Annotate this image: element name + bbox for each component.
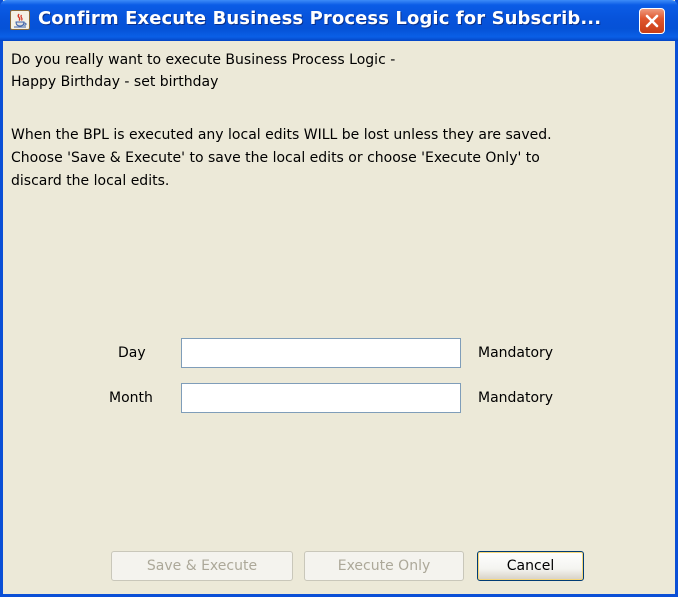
java-cup-icon [10,10,30,30]
month-label: Month [109,390,153,406]
day-mandatory-hint: Mandatory [478,345,554,361]
close-icon [645,14,659,28]
close-button[interactable] [639,8,665,34]
day-label: Day [118,345,146,361]
cancel-button[interactable]: Cancel [477,551,584,581]
message-line-2: Happy Birthday - set birthday [11,74,219,90]
month-mandatory-hint: Mandatory [478,390,554,406]
message-line-1: Do you really want to execute Business P… [11,52,396,68]
dialog-title: Confirm Execute Business Process Logic f… [38,8,602,29]
dialog-window: Confirm Execute Business Process Logic f… [0,0,678,597]
month-input[interactable] [181,383,461,413]
title-bar[interactable]: Confirm Execute Business Process Logic f… [0,0,678,41]
message-line-5: discard the local edits. [11,173,170,189]
message-line-4: Choose 'Save & Execute' to save the loca… [11,150,540,166]
day-input[interactable] [181,338,461,368]
execute-only-button[interactable]: Execute Only [304,551,464,581]
save-execute-button[interactable]: Save & Execute [111,551,293,581]
message-line-3: When the BPL is executed any local edits… [11,127,552,143]
